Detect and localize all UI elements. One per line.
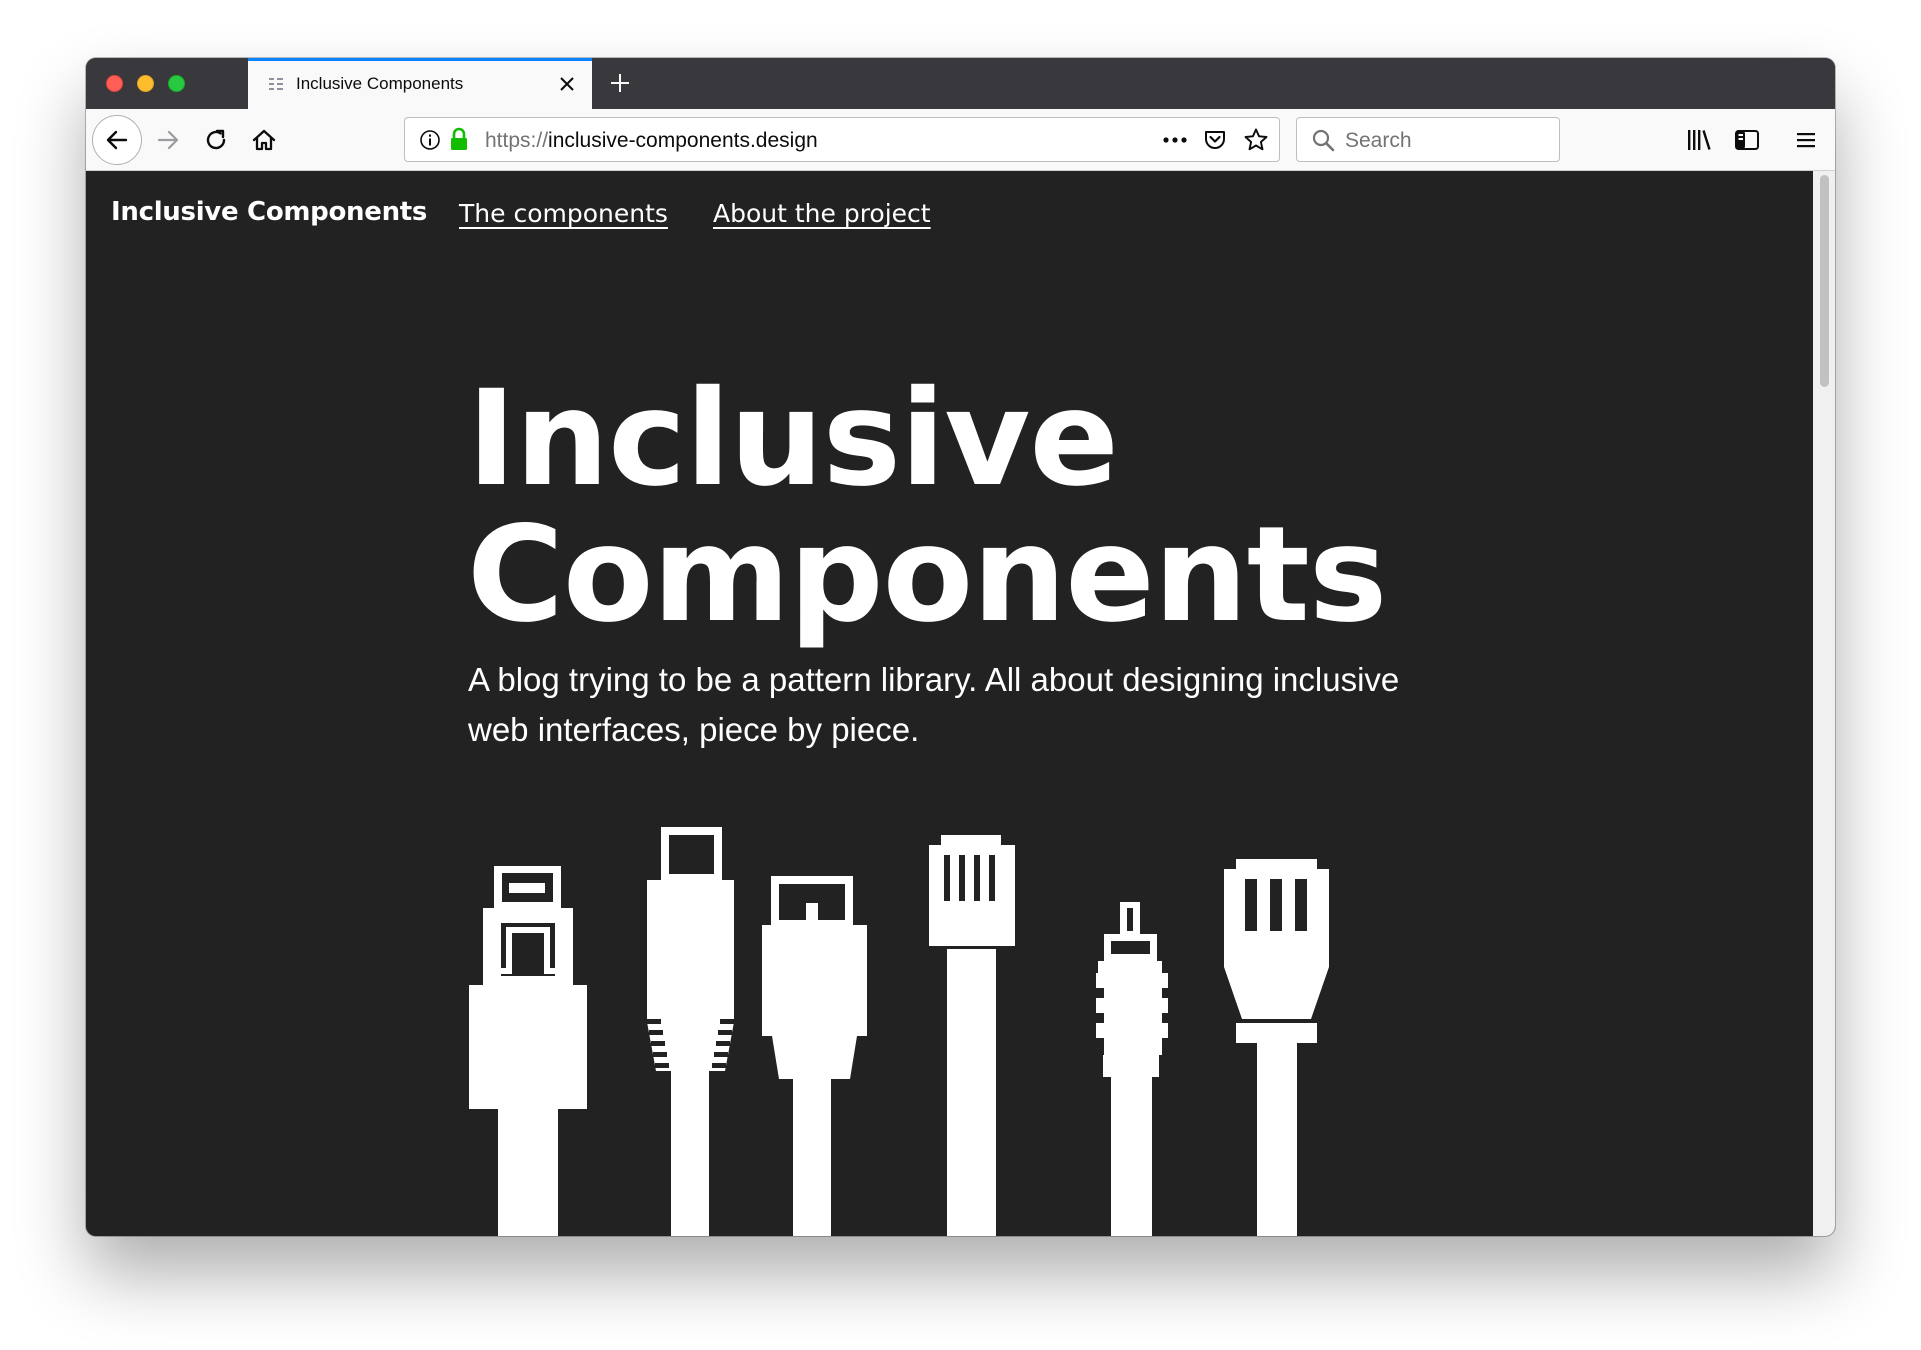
sidebar-toggle-button[interactable]: [1729, 122, 1765, 158]
reload-button[interactable]: [198, 122, 234, 158]
rj-plug-contacts: [1245, 879, 1307, 931]
library-icon: [1688, 130, 1711, 150]
connector-plugs-illustration: [469, 827, 1329, 1236]
arrow-right-icon: [157, 130, 179, 150]
tab-title: Inclusive Components: [296, 74, 464, 93]
page-scrollbar[interactable]: [1813, 171, 1835, 1236]
bookmark-star-icon[interactable]: [1243, 127, 1269, 153]
close-window-button[interactable]: [106, 75, 123, 92]
browser-window: Inclusive Components https://inclusive-c…: [86, 58, 1835, 1236]
lock-icon[interactable]: [449, 127, 469, 153]
rca-plug-icon: [1096, 902, 1168, 1236]
address-bar[interactable]: https://inclusive-components.design: [404, 117, 1280, 162]
url-text[interactable]: https://inclusive-components.design: [485, 129, 818, 153]
more-actions-icon[interactable]: [1161, 131, 1189, 149]
home-button[interactable]: [246, 122, 282, 158]
scrollbar-thumb[interactable]: [1820, 175, 1829, 387]
search-bar[interactable]: Search: [1296, 117, 1560, 162]
search-input[interactable]: Search: [1345, 129, 1412, 153]
usb-plug-icon: [469, 866, 587, 1236]
pocket-icon[interactable]: [1203, 128, 1227, 152]
ethernet-plug-icon: [762, 876, 867, 1236]
navigation-toolbar: https://inclusive-components.design Sear…: [86, 109, 1835, 171]
reload-icon: [206, 129, 226, 150]
hamburger-menu-icon: [1797, 133, 1815, 148]
page-icon: [269, 78, 283, 90]
tab-inclusive-components[interactable]: Inclusive Components: [248, 58, 592, 109]
new-tab-icon[interactable]: [605, 68, 635, 98]
tab-strip: Inclusive Components: [86, 58, 1835, 109]
search-icon: [1312, 129, 1335, 152]
info-icon[interactable]: [419, 129, 441, 151]
home-icon: [252, 129, 276, 151]
sidebar-icon: [1735, 130, 1759, 150]
forward-button[interactable]: [150, 122, 186, 158]
menu-button[interactable]: [1788, 122, 1824, 158]
arrow-left-icon: [106, 130, 128, 150]
back-button[interactable]: [92, 115, 142, 165]
page-content: Inclusive Components The components Abou…: [86, 171, 1835, 1236]
phone-plug-icon: [929, 835, 1015, 1236]
zoom-window-button[interactable]: [168, 75, 185, 92]
minimize-window-button[interactable]: [137, 75, 154, 92]
close-tab-icon[interactable]: [556, 73, 578, 95]
library-button[interactable]: [1681, 122, 1717, 158]
